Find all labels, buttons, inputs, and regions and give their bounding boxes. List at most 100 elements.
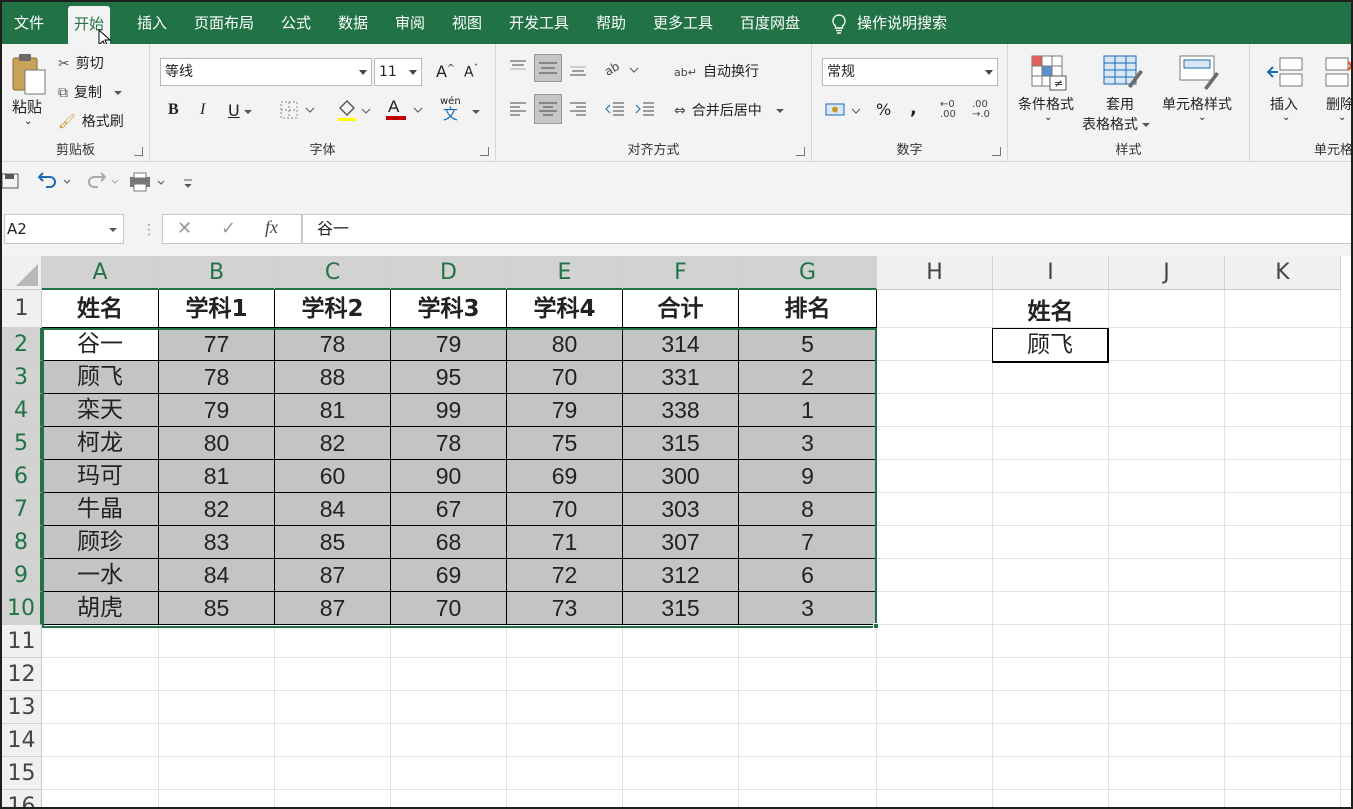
row-header-13[interactable]: 13 xyxy=(2,691,42,724)
row-header-5[interactable]: 5 xyxy=(2,427,42,460)
cell-e4[interactable]: 79 xyxy=(507,394,623,427)
cell-b4[interactable]: 79 xyxy=(159,394,275,427)
cell-a6[interactable]: 玛可 xyxy=(42,460,159,493)
font-size-select[interactable]: 11 xyxy=(374,58,422,86)
cell-d9[interactable]: 69 xyxy=(391,559,507,592)
column-header-f[interactable]: F xyxy=(623,256,739,290)
cell-g9[interactable]: 6 xyxy=(739,559,877,592)
cell-e7[interactable]: 70 xyxy=(507,493,623,526)
tab-developer[interactable]: 开发工具 xyxy=(509,2,569,44)
row-header-15[interactable]: 15 xyxy=(2,757,42,790)
format-as-table-label-2[interactable]: 表格格式 xyxy=(1082,114,1150,134)
row-header-2[interactable]: 2 xyxy=(2,328,42,361)
cell-b7[interactable]: 82 xyxy=(159,493,275,526)
cell-e6[interactable]: 69 xyxy=(507,460,623,493)
cell-g10[interactable]: 3 xyxy=(739,592,877,625)
undo-button[interactable] xyxy=(36,171,76,195)
insert-function-icon[interactable]: fx xyxy=(265,217,278,238)
decrease-indent-button[interactable] xyxy=(604,100,626,122)
cell-b3[interactable]: 78 xyxy=(159,361,275,394)
accounting-format-button[interactable] xyxy=(824,100,864,126)
row-header-8[interactable]: 8 xyxy=(2,526,42,559)
cell-c9[interactable]: 87 xyxy=(275,559,391,592)
tab-formulas[interactable]: 公式 xyxy=(281,2,311,44)
orientation-button[interactable]: ab xyxy=(602,58,640,84)
customize-qat-icon[interactable] xyxy=(182,175,194,194)
cell-a3[interactable]: 顾飞 xyxy=(42,361,159,394)
cell-b10[interactable]: 85 xyxy=(159,592,275,625)
cell-b8[interactable]: 83 xyxy=(159,526,275,559)
fill-color-button[interactable] xyxy=(336,98,372,126)
format-as-table-button[interactable] xyxy=(1102,52,1144,96)
column-header-d[interactable]: D xyxy=(391,256,507,290)
tab-insert[interactable]: 插入 xyxy=(137,2,167,44)
column-header-g[interactable]: G xyxy=(739,256,877,290)
cell-c7[interactable]: 84 xyxy=(275,493,391,526)
cell-c10[interactable]: 87 xyxy=(275,592,391,625)
cell-f6[interactable]: 300 xyxy=(623,460,739,493)
merge-center-button[interactable]: ⇔ 合并后居中 xyxy=(674,100,784,120)
align-center-button[interactable] xyxy=(534,94,562,124)
underline-button[interactable]: U xyxy=(228,101,252,120)
save-button[interactable] xyxy=(2,172,20,194)
cell-e3[interactable]: 70 xyxy=(507,361,623,394)
tab-file[interactable]: 文件 xyxy=(14,2,44,44)
column-header-i[interactable]: I xyxy=(993,256,1109,290)
align-left-button[interactable] xyxy=(508,100,528,122)
cell-styles-label[interactable]: 单元格样式 xyxy=(1162,94,1232,114)
select-all-corner[interactable] xyxy=(2,256,42,290)
cell-g8[interactable]: 7 xyxy=(739,526,877,559)
row-header-1[interactable]: 1 xyxy=(2,290,42,328)
cell-b6[interactable]: 81 xyxy=(159,460,275,493)
insert-dropdown-icon[interactable]: ⌄ xyxy=(1282,112,1290,123)
insert-cells-label[interactable]: 插入 xyxy=(1270,94,1298,114)
header-cell-g1[interactable]: 排名 xyxy=(739,290,877,328)
cell-c4[interactable]: 81 xyxy=(275,394,391,427)
redo-button[interactable] xyxy=(84,171,124,195)
cell-f8[interactable]: 307 xyxy=(623,526,739,559)
font-color-button[interactable]: A xyxy=(384,96,424,126)
fill-handle[interactable] xyxy=(873,623,879,629)
cell-e10[interactable]: 73 xyxy=(507,592,623,625)
cell-b9[interactable]: 84 xyxy=(159,559,275,592)
header-cell-b1[interactable]: 学科1 xyxy=(159,290,275,328)
row-header-7[interactable]: 7 xyxy=(2,493,42,526)
copy-button[interactable]: ⧉ 复制 xyxy=(58,82,122,102)
column-header-c[interactable]: C xyxy=(275,256,391,290)
column-header-j[interactable]: J xyxy=(1109,256,1225,290)
row-header-11[interactable]: 11 xyxy=(2,625,42,658)
cell-c3[interactable]: 88 xyxy=(275,361,391,394)
cell-a8[interactable]: 顾珍 xyxy=(42,526,159,559)
column-header-a[interactable]: A xyxy=(42,256,159,290)
conditional-dropdown-icon[interactable]: ⌄ xyxy=(1044,112,1052,123)
cell-e5[interactable]: 75 xyxy=(507,427,623,460)
number-format-select[interactable]: 常规 xyxy=(822,58,998,86)
cell-c5[interactable]: 82 xyxy=(275,427,391,460)
column-header-b[interactable]: B xyxy=(159,256,275,290)
cell-f7[interactable]: 303 xyxy=(623,493,739,526)
delete-cells-button[interactable] xyxy=(1322,52,1351,96)
cell-d10[interactable]: 70 xyxy=(391,592,507,625)
cell-g6[interactable]: 9 xyxy=(739,460,877,493)
header-cell-f1[interactable]: 合计 xyxy=(623,290,739,328)
cell-d7[interactable]: 67 xyxy=(391,493,507,526)
font-name-select[interactable]: 等线 xyxy=(160,58,372,86)
print-preview-button[interactable] xyxy=(128,171,170,197)
format-as-table-label-1[interactable]: 套用 xyxy=(1106,94,1134,114)
cut-button[interactable]: ✂ 剪切 xyxy=(58,53,104,73)
align-right-button[interactable] xyxy=(568,100,588,122)
row-header-14[interactable]: 14 xyxy=(2,724,42,757)
cell-g5[interactable]: 3 xyxy=(739,427,877,460)
borders-button[interactable] xyxy=(280,101,316,123)
cell-g4[interactable]: 1 xyxy=(739,394,877,427)
cell-g3[interactable]: 2 xyxy=(739,361,877,394)
bold-button[interactable]: B xyxy=(168,101,179,119)
column-header-e[interactable]: E xyxy=(507,256,623,290)
cell-e9[interactable]: 72 xyxy=(507,559,623,592)
increase-decimal-button[interactable]: ←0.00 xyxy=(940,100,956,120)
row-header-6[interactable]: 6 xyxy=(2,460,42,493)
row-header-3[interactable]: 3 xyxy=(2,361,42,394)
paste-button[interactable] xyxy=(10,52,48,100)
comma-style-button[interactable]: , xyxy=(910,98,917,119)
header-cell-a1[interactable]: 姓名 xyxy=(42,290,159,328)
